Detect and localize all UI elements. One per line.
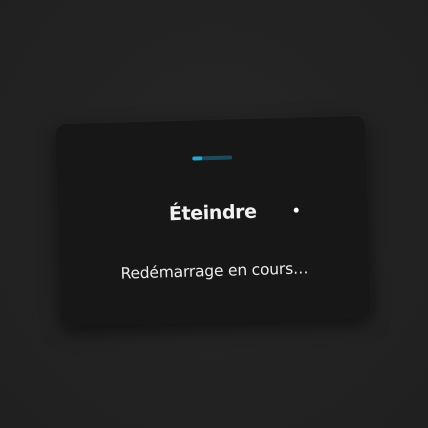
dialog-title: Éteindre: [168, 200, 257, 226]
screen-background: Éteindre Redémarrage en cours…: [0, 0, 428, 428]
progress-bar: [192, 155, 233, 161]
progress-bar-fill: [192, 156, 203, 161]
shutdown-dialog: Éteindre Redémarrage en cours…: [55, 115, 371, 327]
dialog-message: Redémarrage en cours…: [120, 259, 309, 283]
